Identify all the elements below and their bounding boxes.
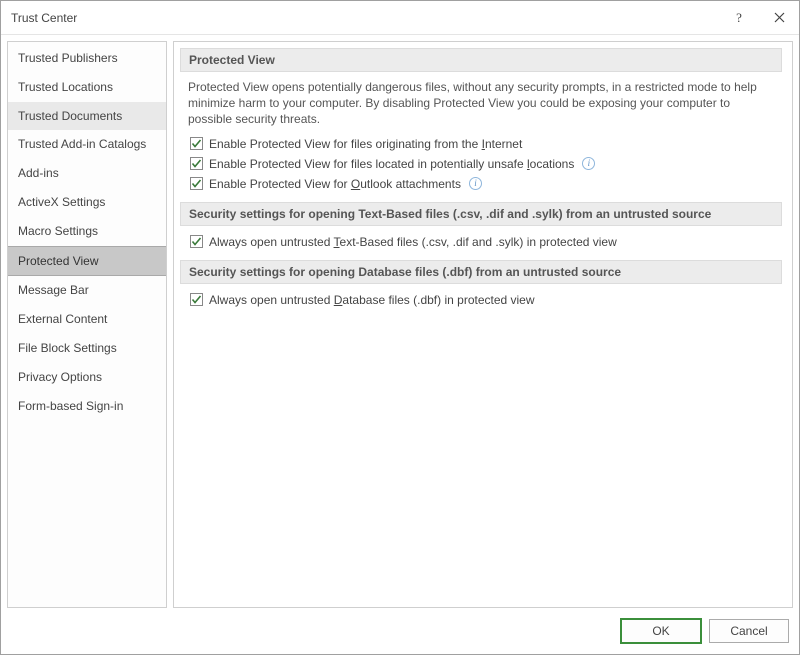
- option-enable-pv-outlook[interactable]: Enable Protected View for Outlook attach…: [180, 174, 782, 194]
- checkbox-icon: [190, 177, 203, 190]
- option-label: Enable Protected View for Outlook attach…: [209, 177, 461, 191]
- close-button[interactable]: [759, 1, 799, 35]
- dialog-body: Trusted PublishersTrusted LocationsTrust…: [1, 35, 799, 608]
- checkbox-icon: [190, 137, 203, 150]
- option-open-text-files-pv[interactable]: Always open untrusted Text-Based files (…: [180, 232, 782, 252]
- help-button[interactable]: ?: [719, 1, 759, 35]
- sidebar-item[interactable]: ActiveX Settings: [8, 188, 166, 217]
- info-icon[interactable]: i: [582, 157, 595, 170]
- protected-view-description: Protected View opens potentially dangero…: [180, 72, 782, 134]
- section-header-protected-view: Protected View: [180, 48, 782, 72]
- content-pane: Protected View Protected View opens pote…: [173, 41, 793, 608]
- sidebar-item[interactable]: External Content: [8, 305, 166, 334]
- cancel-button[interactable]: Cancel: [709, 619, 789, 643]
- section-header-db-files: Security settings for opening Database f…: [180, 260, 782, 284]
- ok-button[interactable]: OK: [621, 619, 701, 643]
- sidebar-item[interactable]: Add-ins: [8, 159, 166, 188]
- checkbox-icon: [190, 157, 203, 170]
- dialog-footer: OK Cancel: [1, 608, 799, 654]
- checkbox-icon: [190, 293, 203, 306]
- sidebar: Trusted PublishersTrusted LocationsTrust…: [7, 41, 167, 608]
- sidebar-item[interactable]: Form-based Sign-in: [8, 392, 166, 421]
- option-open-db-files-pv[interactable]: Always open untrusted Database files (.d…: [180, 290, 782, 310]
- checkbox-icon: [190, 235, 203, 248]
- sidebar-item[interactable]: Message Bar: [8, 276, 166, 305]
- option-label: Enable Protected View for files located …: [209, 157, 574, 171]
- sidebar-item[interactable]: File Block Settings: [8, 334, 166, 363]
- section-header-text-files: Security settings for opening Text-Based…: [180, 202, 782, 226]
- window-title: Trust Center: [11, 11, 719, 25]
- trust-center-dialog: Trust Center ? Trusted PublishersTrusted…: [0, 0, 800, 655]
- sidebar-item[interactable]: Trusted Publishers: [8, 44, 166, 73]
- sidebar-item[interactable]: Protected View: [8, 246, 166, 277]
- info-icon[interactable]: i: [469, 177, 482, 190]
- sidebar-item[interactable]: Macro Settings: [8, 217, 166, 246]
- option-label: Always open untrusted Text-Based files (…: [209, 235, 617, 249]
- titlebar: Trust Center ?: [1, 1, 799, 35]
- option-enable-pv-internet[interactable]: Enable Protected View for files originat…: [180, 134, 782, 154]
- sidebar-item[interactable]: Privacy Options: [8, 363, 166, 392]
- sidebar-item[interactable]: Trusted Documents: [8, 102, 166, 131]
- sidebar-item[interactable]: Trusted Locations: [8, 73, 166, 102]
- sidebar-item[interactable]: Trusted Add-in Catalogs: [8, 130, 166, 159]
- svg-text:?: ?: [736, 12, 742, 24]
- option-label: Always open untrusted Database files (.d…: [209, 293, 535, 307]
- option-enable-pv-unsafe-locations[interactable]: Enable Protected View for files located …: [180, 154, 782, 174]
- option-label: Enable Protected View for files originat…: [209, 137, 522, 151]
